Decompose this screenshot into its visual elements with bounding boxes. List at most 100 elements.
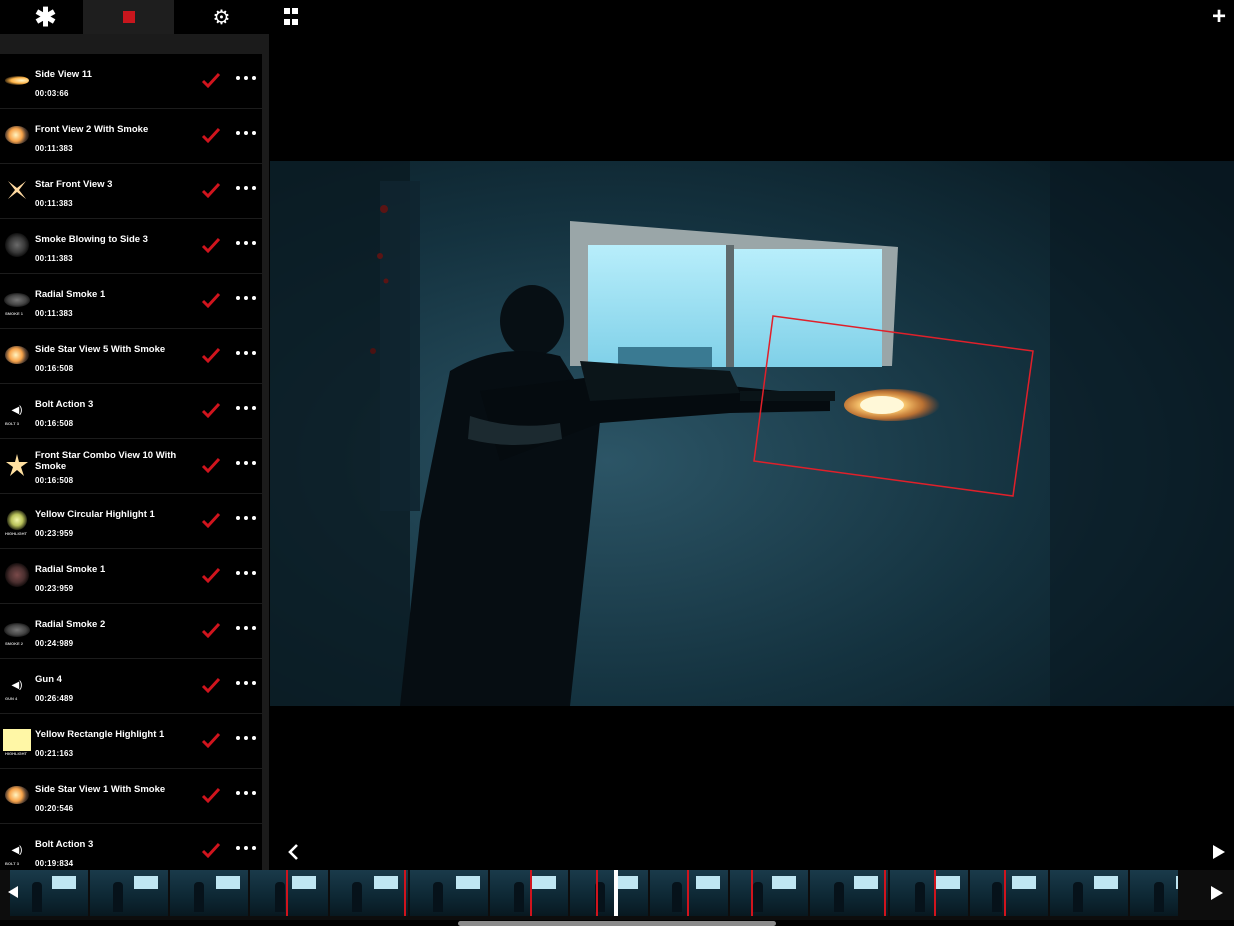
effect-list-item[interactable]: Front View 2 With Smoke 00:11:383 <box>0 109 262 164</box>
effect-thumbnail <box>3 177 31 203</box>
checkmark-icon[interactable] <box>201 785 221 805</box>
effect-name: Front Star Combo View 10 With Smoke <box>35 450 177 472</box>
checkmark-icon[interactable] <box>201 235 221 255</box>
video-preview[interactable] <box>270 161 1234 706</box>
checkmark-icon[interactable] <box>201 400 221 420</box>
timeline-frame <box>490 870 568 916</box>
effect-list-item[interactable]: Radial Smoke 1 00:23:959 <box>0 549 262 604</box>
timeline-end-pad <box>1178 870 1234 920</box>
speaker-icon: ◀) <box>11 404 23 416</box>
effect-name: Radial Smoke 2 <box>35 619 106 630</box>
ellipsis-icon[interactable] <box>236 76 256 82</box>
play-icon[interactable] <box>1210 844 1226 860</box>
gear-icon: ⚙ <box>212 6 231 29</box>
effect-list-item[interactable]: SMOKE 1 Radial Smoke 1 00:11:383 <box>0 274 262 329</box>
playhead[interactable] <box>614 870 618 916</box>
ellipsis-icon[interactable] <box>236 241 256 247</box>
checkmark-icon[interactable] <box>201 510 221 530</box>
checkmark-icon[interactable] <box>201 675 221 695</box>
effect-name: Radial Smoke 1 <box>35 289 106 300</box>
effect-list-item[interactable]: ◀) BOLT 3 Bolt Action 3 00:16:508 <box>0 384 262 439</box>
effect-name: Yellow Circular Highlight 1 <box>35 509 155 520</box>
ellipsis-icon[interactable] <box>236 351 256 357</box>
timeline-frame <box>410 870 488 916</box>
ellipsis-icon[interactable] <box>236 406 256 412</box>
thumbnail-caption: BOLT 3 <box>5 861 19 866</box>
effect-marker[interactable] <box>286 870 288 916</box>
effect-list-item[interactable]: ◀) GUN 4 Gun 4 00:26:489 <box>0 659 262 714</box>
video-frame <box>270 161 1234 706</box>
timeline-strip[interactable] <box>0 870 1234 920</box>
timeline-frame <box>650 870 728 916</box>
checkmark-icon[interactable] <box>201 840 221 860</box>
effect-name: Side Star View 1 With Smoke <box>35 784 166 795</box>
add-button[interactable]: + <box>1212 3 1226 31</box>
timeline-frame <box>1050 870 1128 916</box>
effects-tab[interactable]: ✱ <box>0 0 91 34</box>
effect-list-item[interactable]: Side View 11 00:03:66 <box>0 54 262 109</box>
timeline-frame <box>250 870 328 916</box>
ellipsis-icon[interactable] <box>236 186 256 192</box>
effect-list-item[interactable]: HIGHLIGHT Yellow Rectangle Highlight 1 00:… <box>0 714 262 769</box>
ellipsis-icon[interactable] <box>236 516 256 522</box>
timeline-play-icon[interactable] <box>1208 885 1224 901</box>
checkmark-icon[interactable] <box>201 180 221 200</box>
timeline-back-icon[interactable] <box>6 885 20 899</box>
effect-timestamp: 00:16:508 <box>35 364 74 373</box>
ellipsis-icon[interactable] <box>236 131 256 137</box>
effect-thumbnail <box>3 122 31 148</box>
checkmark-icon[interactable] <box>201 455 221 475</box>
effect-marker[interactable] <box>530 870 532 916</box>
ellipsis-icon[interactable] <box>236 681 256 687</box>
effect-list-item[interactable]: Smoke Blowing to Side 3 00:11:383 <box>0 219 262 274</box>
effect-marker[interactable] <box>687 870 689 916</box>
effect-thumbnail <box>3 452 31 478</box>
effect-name: Front View 2 With Smoke <box>35 124 149 135</box>
checkmark-icon[interactable] <box>201 730 221 750</box>
effect-list-item[interactable]: Front Star Combo View 10 With Smoke 00:16… <box>0 439 262 494</box>
effect-name: Side View 11 <box>35 69 92 80</box>
ellipsis-icon[interactable] <box>236 571 256 577</box>
effect-name: Yellow Rectangle Highlight 1 <box>35 729 165 740</box>
effect-thumbnail: HIGHLIGHT <box>3 727 31 756</box>
settings-tab[interactable]: ⚙ <box>176 0 267 34</box>
effect-list-item[interactable]: SMOKE 2 Radial Smoke 2 00:24:989 <box>0 604 262 659</box>
ellipsis-icon[interactable] <box>236 791 256 797</box>
record-tab[interactable] <box>83 0 174 34</box>
timeline-track[interactable] <box>10 870 1208 916</box>
effect-marker[interactable] <box>934 870 936 916</box>
grid-icon[interactable] <box>284 8 304 28</box>
effects-list: Side View 11 00:03:66 Front View 2 With Sm… <box>0 54 262 870</box>
ellipsis-icon[interactable] <box>236 626 256 632</box>
effect-name: Bolt Action 3 <box>35 839 94 850</box>
effect-marker[interactable] <box>596 870 598 916</box>
effect-list-item[interactable]: Side Star View 1 With Smoke 00:20:546 <box>0 769 262 824</box>
effect-timestamp: 00:11:383 <box>35 254 73 263</box>
checkmark-icon[interactable] <box>201 620 221 640</box>
timeline-frame <box>730 870 808 916</box>
effect-marker[interactable] <box>884 870 886 916</box>
ellipsis-icon[interactable] <box>236 736 256 742</box>
effect-list-item[interactable]: Star Front View 3 00:11:383 <box>0 164 262 219</box>
effect-list-item[interactable]: ◀) BOLT 3 Bolt Action 3 00:19:834 <box>0 824 262 870</box>
effect-marker[interactable] <box>1004 870 1006 916</box>
checkmark-icon[interactable] <box>201 125 221 145</box>
checkmark-icon[interactable] <box>201 345 221 365</box>
checkmark-icon[interactable] <box>201 70 221 90</box>
effect-timestamp: 00:16:508 <box>35 419 74 428</box>
checkmark-icon[interactable] <box>201 565 221 585</box>
effect-timestamp: 00:16:508 <box>35 476 74 485</box>
ellipsis-icon[interactable] <box>236 846 256 852</box>
timeline-frame <box>10 870 88 916</box>
ellipsis-icon[interactable] <box>236 296 256 302</box>
chevron-left-icon[interactable] <box>285 842 301 862</box>
effect-marker[interactable] <box>751 870 753 916</box>
effect-timestamp: 00:11:383 <box>35 199 73 208</box>
effect-list-item[interactable]: Side Star View 5 With Smoke 00:16:508 <box>0 329 262 384</box>
checkmark-icon[interactable] <box>201 290 221 310</box>
effect-list-item[interactable]: HIGHLIGHT Yellow Circular Highlight 1 00:2… <box>0 494 262 549</box>
timeline-frame <box>970 870 1048 916</box>
effect-marker[interactable] <box>404 870 406 916</box>
sidebar-scrollbar[interactable] <box>262 54 269 870</box>
ellipsis-icon[interactable] <box>236 461 256 467</box>
